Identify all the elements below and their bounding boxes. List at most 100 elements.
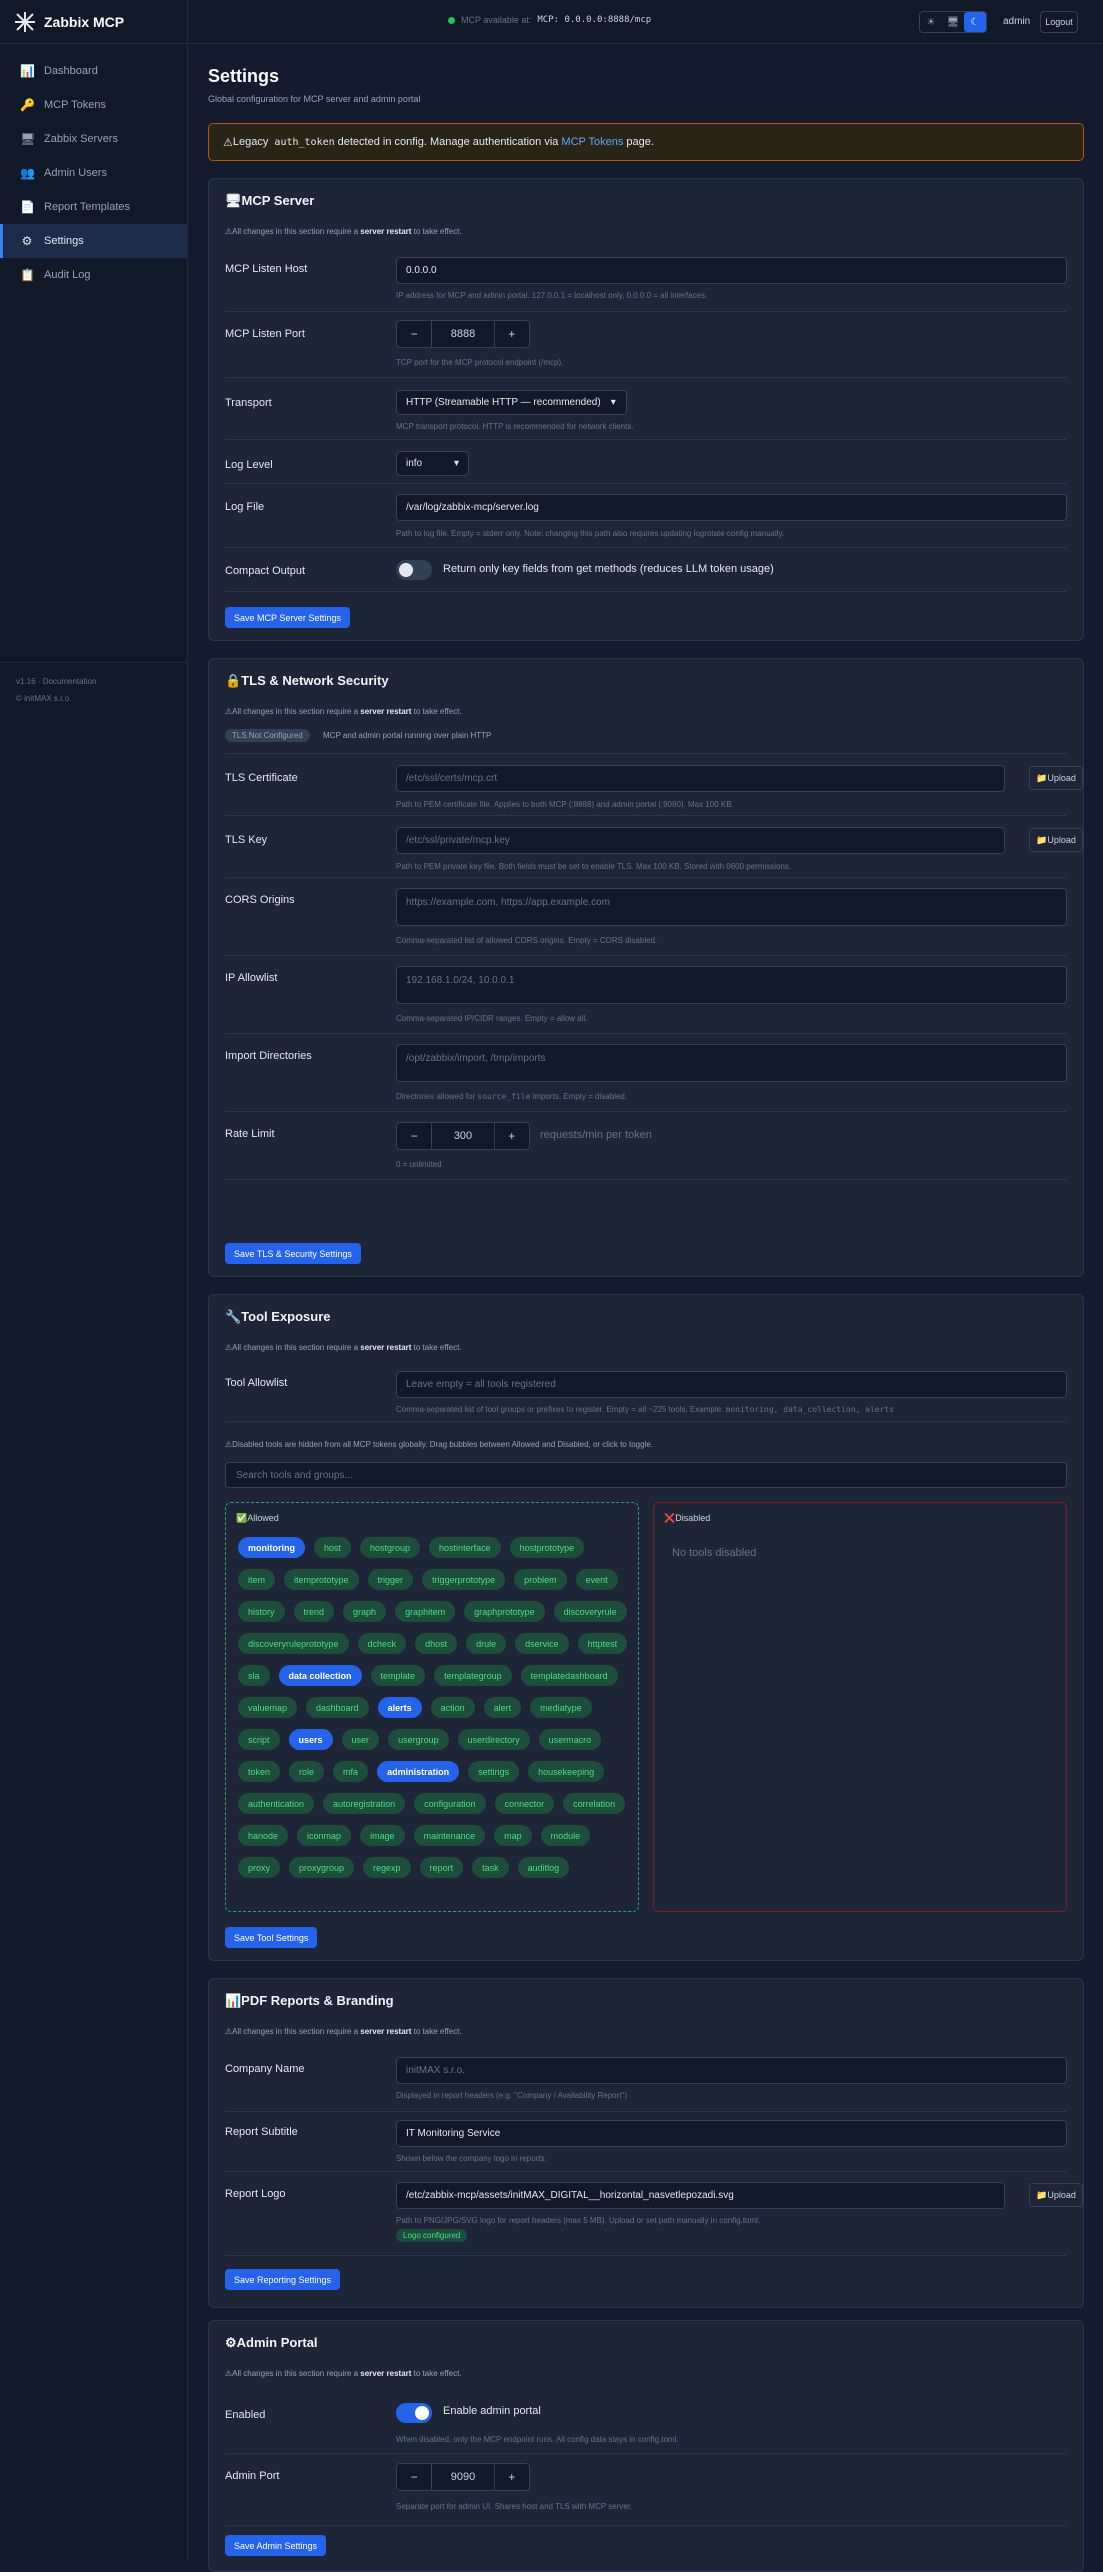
sidebar-item-zabbix-servers[interactable]: 🖥 Zabbix Servers (0, 122, 187, 156)
host-input[interactable]: 0.0.0.0 (396, 257, 1067, 284)
tool-chip[interactable]: role (289, 1761, 325, 1782)
increment-button[interactable]: + (495, 2464, 529, 2490)
save-tls-button[interactable]: Save TLS & Security Settings (225, 1243, 361, 1264)
tool-chip[interactable]: authentication (238, 1793, 315, 1814)
logo-input[interactable]: /etc/zabbix-mcp/assets/initMAX_DIGITAL__… (396, 2182, 1005, 2209)
company-input[interactable]: initMAX s.r.o. (396, 2057, 1067, 2084)
tool-chip[interactable]: hostinterface (429, 1537, 501, 1558)
mcp-tokens-link[interactable]: MCP Tokens (561, 136, 623, 148)
mcp-endpoint[interactable]: MCP: 0.0.0.0:8888/mcp (537, 15, 651, 25)
dark-theme-icon[interactable]: ☾ (964, 12, 986, 32)
tool-chip[interactable]: dservice (515, 1633, 569, 1654)
tool-chip[interactable]: valuemap (238, 1697, 298, 1718)
tool-chip[interactable]: discoveryrule (553, 1601, 627, 1622)
tool-chip[interactable]: maintenance (413, 1825, 486, 1846)
tool-chip[interactable]: regexp (363, 1857, 411, 1878)
tool-chip[interactable]: history (238, 1601, 285, 1622)
tool-chip[interactable]: templatedashboard (520, 1665, 618, 1686)
increment-button[interactable]: + (495, 321, 529, 347)
sidebar-item-audit-log[interactable]: 📋 Audit Log (0, 258, 187, 292)
tool-chip[interactable]: script (238, 1729, 280, 1750)
tool-chip[interactable]: graph (343, 1601, 387, 1622)
decrement-button[interactable]: − (397, 1123, 431, 1149)
tool-chip[interactable]: housekeeping (528, 1761, 605, 1782)
logfile-input[interactable]: /var/log/zabbix-mcp/server.log (396, 494, 1067, 521)
loglevel-select[interactable]: info ▾ (396, 451, 469, 476)
cert-upload-button[interactable]: 📁Upload (1029, 766, 1083, 790)
tool-chip[interactable]: correlation (563, 1793, 626, 1814)
tool-chip[interactable]: hanode (238, 1825, 289, 1846)
tool-chip[interactable]: graphitem (395, 1601, 456, 1622)
system-theme-icon[interactable]: 🖥 (942, 12, 964, 32)
report-subtitle-input[interactable]: IT Monitoring Service (396, 2120, 1067, 2147)
tool-group-chip[interactable]: administration (377, 1761, 460, 1782)
ip-textarea[interactable]: 192.168.1.0/24, 10.0.0.1 (396, 966, 1067, 1004)
tool-chip[interactable]: userdirectory (457, 1729, 530, 1750)
tool-chip[interactable]: trend (293, 1601, 335, 1622)
decrement-button[interactable]: − (397, 321, 431, 347)
tool-chip[interactable]: token (238, 1761, 281, 1782)
tool-chip[interactable]: template (370, 1665, 426, 1686)
tool-chip[interactable]: image (360, 1825, 405, 1846)
tool-chip[interactable]: task (472, 1857, 509, 1878)
tool-chip[interactable]: hostprototype (509, 1537, 585, 1558)
tool-group-chip[interactable]: data collection (278, 1665, 362, 1686)
tool-chip[interactable]: iconmap (297, 1825, 352, 1846)
tool-chip[interactable]: dashboard (306, 1697, 369, 1718)
sidebar-item-report-templates[interactable]: 📄 Report Templates (0, 190, 187, 224)
tool-chip[interactable]: dhost (415, 1633, 458, 1654)
allowlist-input[interactable]: Leave empty = all tools registered (396, 1371, 1067, 1398)
port-value[interactable]: 8888 (431, 321, 495, 347)
tool-chip[interactable]: triggerprototype (422, 1569, 506, 1590)
light-theme-icon[interactable]: ☀ (920, 12, 942, 32)
tool-chip[interactable]: host (314, 1537, 352, 1558)
cert-input[interactable]: /etc/ssl/certs/mcp.crt (396, 765, 1005, 792)
increment-button[interactable]: + (495, 1123, 529, 1149)
sidebar-item-admin-users[interactable]: 👥 Admin Users (0, 156, 187, 190)
tool-chip[interactable]: sla (238, 1665, 270, 1686)
tool-group-chip[interactable]: monitoring (238, 1537, 305, 1558)
tool-chip[interactable]: hostgroup (360, 1537, 421, 1558)
tool-chip[interactable]: connector (494, 1793, 555, 1814)
tool-chip[interactable]: event (575, 1569, 618, 1590)
tool-chip[interactable]: auditlog (517, 1857, 570, 1878)
tool-chip[interactable]: trigger (367, 1569, 414, 1590)
decrement-button[interactable]: − (397, 2464, 431, 2490)
cors-textarea[interactable]: https://example.com, https://app.example… (396, 888, 1067, 926)
save-reporting-button[interactable]: Save Reporting Settings (225, 2269, 341, 2290)
tool-chip[interactable]: usermacro (538, 1729, 602, 1750)
docs-link[interactable]: Documentation (43, 677, 97, 686)
tool-chip[interactable]: proxygroup (289, 1857, 355, 1878)
key-input[interactable]: /etc/ssl/private/mcp.key (396, 827, 1005, 854)
tool-group-chip[interactable]: users (288, 1729, 333, 1750)
save-tools-button[interactable]: Save Tool Settings (225, 1927, 318, 1948)
compact-toggle[interactable] (396, 560, 432, 580)
tool-chip[interactable]: mfa (333, 1761, 369, 1782)
admin-port-value[interactable]: 9090 (431, 2464, 495, 2490)
tool-chip[interactable]: discoveryruleprototype (238, 1633, 349, 1654)
tool-chip[interactable]: dcheck (357, 1633, 407, 1654)
tool-chip[interactable]: mediatype (530, 1697, 592, 1718)
rate-value[interactable]: 300 (431, 1123, 495, 1149)
tool-chip[interactable]: configuration (414, 1793, 486, 1814)
key-upload-button[interactable]: 📁Upload (1029, 828, 1083, 852)
import-textarea[interactable]: /opt/zabbix/import, /tmp/imports (396, 1044, 1067, 1082)
sidebar-item-settings[interactable]: ⚙ Settings (0, 224, 187, 258)
brand[interactable]: Zabbix MCP (0, 0, 187, 44)
tool-chip[interactable]: alert (483, 1697, 522, 1718)
tool-chip[interactable]: usergroup (388, 1729, 449, 1750)
tool-chip[interactable]: action (430, 1697, 475, 1718)
tool-chip[interactable]: user (341, 1729, 380, 1750)
tool-chip[interactable]: problem (514, 1569, 567, 1590)
sidebar-item-mcp-tokens[interactable]: 🔑 MCP Tokens (0, 88, 187, 122)
tool-chip[interactable]: module (540, 1825, 591, 1846)
tool-chip[interactable]: autoregistration (323, 1793, 406, 1814)
logout-button[interactable]: Logout (1040, 11, 1078, 33)
allowed-pane[interactable]: ✅Allowed monitoring host hostgroup hostinte… (225, 1502, 639, 1912)
admin-enabled-toggle[interactable] (396, 2403, 432, 2423)
tool-chip[interactable]: map (494, 1825, 532, 1846)
logo-upload-button[interactable]: 📁Upload (1029, 2183, 1083, 2207)
tool-search-input[interactable]: Search tools and groups... (225, 1462, 1067, 1488)
tool-chip[interactable]: itemprototype (284, 1569, 359, 1590)
tool-chip[interactable]: drule (466, 1633, 507, 1654)
